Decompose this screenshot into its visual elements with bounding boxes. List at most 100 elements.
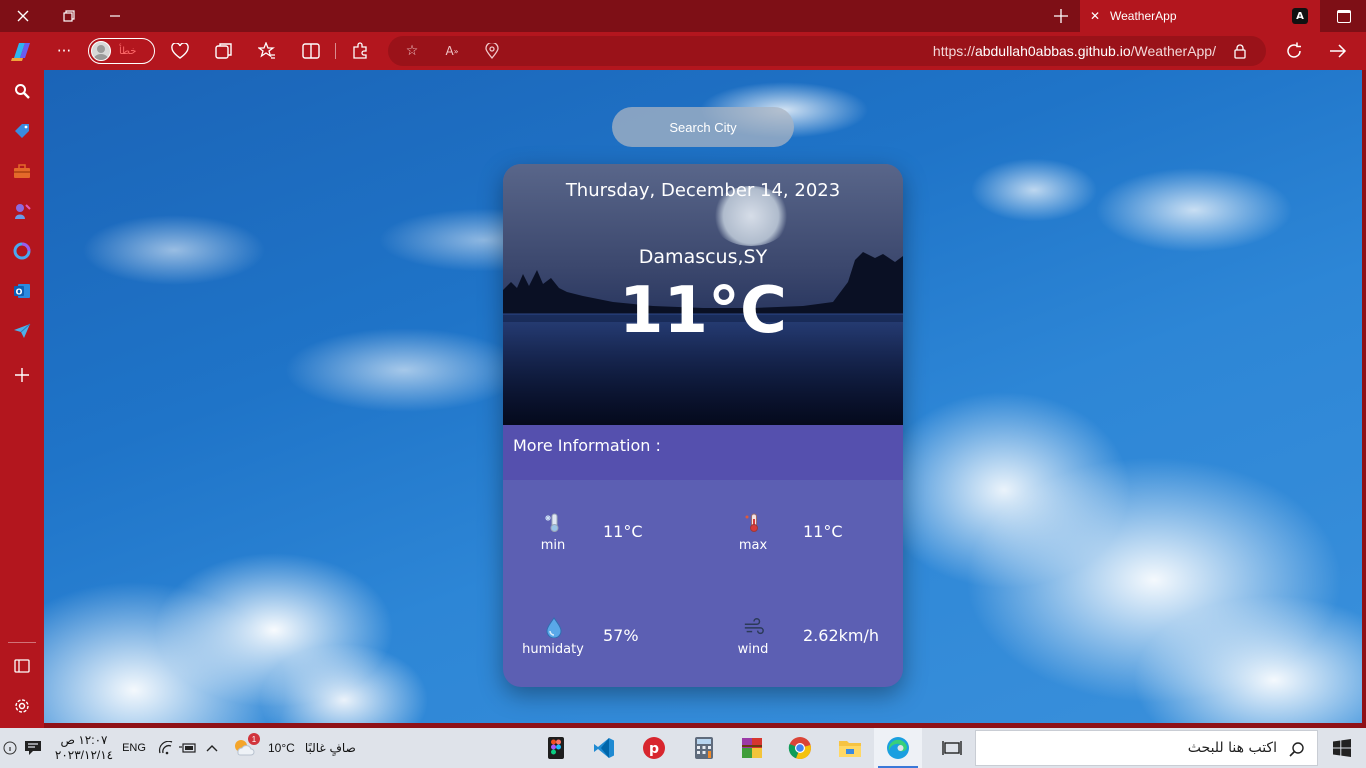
favorite-star-icon[interactable]: ☆ [402, 42, 422, 60]
svg-text:O: O [16, 288, 23, 297]
location-pin-icon[interactable] [482, 42, 502, 60]
taskbar-app-edge[interactable] [874, 728, 922, 768]
shopping-tag-icon [15, 124, 29, 138]
stat-wind-value: 2.62km/h [803, 626, 880, 645]
new-tab-button[interactable] [1046, 0, 1076, 32]
battery-icon [179, 743, 196, 753]
weather-widget-temp: 10°C [268, 741, 295, 755]
close-icon [17, 10, 29, 22]
sidebar-outlook-button[interactable]: O [11, 280, 33, 302]
svg-text:p: p [649, 741, 659, 757]
search-city-input[interactable] [612, 107, 794, 147]
battery-button[interactable] [178, 728, 198, 768]
stat-min: min 11°C [503, 512, 703, 592]
puzzle-icon [353, 42, 367, 59]
plus-icon [1054, 9, 1068, 23]
sidebar-toggle-button[interactable] [11, 655, 33, 677]
more-info-title: More Information : [513, 436, 661, 455]
sidebar-drop-button[interactable] [11, 320, 33, 342]
taskbar-app-psiphon[interactable]: p [630, 728, 678, 768]
split-screen-icon [302, 43, 320, 59]
heart-button[interactable] [166, 37, 194, 65]
task-view-icon [942, 741, 962, 755]
sidebar-shopping-button[interactable] [11, 120, 33, 142]
vscode-icon [594, 738, 614, 758]
city-name: Damascus,SY [638, 246, 768, 268]
stat-wind: wind 2.62km/h [703, 616, 903, 687]
clock-date: ٢٠٢٣/١٢/١٤ [54, 748, 114, 762]
wifi-button[interactable] [156, 728, 176, 768]
clock[interactable]: ١٢:٠٧ ص ٢٠٢٣/١٢/١٤ [54, 728, 114, 768]
split-screen-button[interactable] [297, 37, 325, 65]
current-temperature: 11°C [618, 274, 788, 348]
sidebar-search-button[interactable] [11, 80, 33, 102]
show-hidden-icons-button[interactable] [202, 728, 222, 768]
extensions-button[interactable] [346, 37, 374, 65]
plus-icon [15, 368, 29, 382]
minimize-icon [110, 15, 120, 17]
tab-weatherapp[interactable]: ✕ WeatherApp A [1080, 0, 1320, 32]
wifi-icon [158, 741, 173, 755]
games-icon [15, 204, 31, 219]
language-indicator[interactable]: ENG [118, 728, 150, 768]
more-dots-icon: ··· [56, 42, 72, 60]
task-view-button[interactable] [928, 728, 976, 768]
more-options-button[interactable]: ··· [50, 37, 78, 65]
copilot-button[interactable] [8, 37, 36, 65]
sidebar-tools-button[interactable] [11, 160, 33, 182]
sidebar-games-button[interactable] [11, 200, 33, 222]
weather-hero: Thursday, December 14, 2023 Damascus,SY … [503, 164, 903, 425]
taskbar-search-box[interactable]: اكتب هنا للبحث [975, 730, 1318, 766]
paper-plane-icon [14, 323, 31, 338]
profile-button[interactable]: خطأ [88, 38, 155, 64]
stat-wind-label: wind [737, 642, 769, 657]
weather-widget[interactable]: 1 10°C صافٍ غالبًا [232, 728, 372, 768]
sidebar-copilot-button[interactable] [11, 240, 33, 262]
tab-close-icon[interactable]: ✕ [1090, 9, 1106, 23]
sidebar-settings-button[interactable] [11, 695, 33, 717]
outlook-icon: O [14, 284, 30, 298]
taskbar-app-figma[interactable] [532, 728, 580, 768]
chrome-icon [788, 737, 811, 760]
notification-indicator[interactable] [0, 728, 20, 768]
tab-extension-badge[interactable]: A [1292, 8, 1308, 24]
address-bar[interactable]: ☆ A» https://abdullah0abbas.github.io/We… [388, 36, 1266, 66]
winrar-icon [742, 738, 762, 758]
sidebar-add-button[interactable] [11, 364, 33, 386]
forward-button[interactable] [1324, 37, 1352, 65]
lock-icon[interactable] [1230, 42, 1250, 60]
taskbar-app-vscode[interactable] [580, 728, 628, 768]
minimize-window-button[interactable] [92, 0, 138, 32]
weather-widget-desc: صافٍ غالبًا [304, 741, 356, 755]
taskbar-app-calculator[interactable] [680, 728, 728, 768]
browser-toolbar: ··· خطأ ☆ A» https://abdullah0abbas.gith… [0, 32, 1366, 70]
tab-groups-button[interactable] [210, 37, 238, 65]
taskbar-app-file-explorer[interactable] [826, 728, 874, 768]
tab-actions-icon [1337, 9, 1351, 23]
url-text[interactable]: https://abdullah0abbas.github.io/Weather… [933, 43, 1216, 59]
arrow-right-icon [1330, 44, 1347, 58]
refresh-button[interactable] [1280, 37, 1308, 65]
start-button[interactable] [1318, 728, 1366, 768]
restore-window-button[interactable] [46, 0, 92, 32]
action-center-button[interactable] [20, 728, 46, 768]
refresh-icon [1287, 42, 1301, 58]
taskbar-app-winrar[interactable] [728, 728, 776, 768]
stat-max-value: 11°C [803, 522, 843, 541]
tab-actions-button[interactable] [1322, 0, 1366, 32]
taskbar-app-chrome[interactable] [776, 728, 824, 768]
heart-icon [171, 43, 189, 59]
cold-thermometer-icon [543, 512, 565, 534]
close-window-button[interactable] [0, 0, 46, 32]
clock-time: ١٢:٠٧ ص [60, 733, 108, 747]
page-viewport: Thursday, December 14, 2023 Damascus,SY … [44, 70, 1362, 723]
stat-min-value: 11°C [603, 522, 643, 541]
sidebar-divider [8, 642, 36, 643]
stat-max: max 11°C [703, 512, 903, 592]
read-aloud-icon[interactable]: A» [442, 42, 462, 60]
copilot-icon [11, 43, 30, 61]
favorites-button[interactable] [253, 37, 281, 65]
humidity-drop-icon [543, 616, 565, 638]
gear-icon [15, 699, 29, 713]
weather-badge: 1 [248, 733, 260, 745]
